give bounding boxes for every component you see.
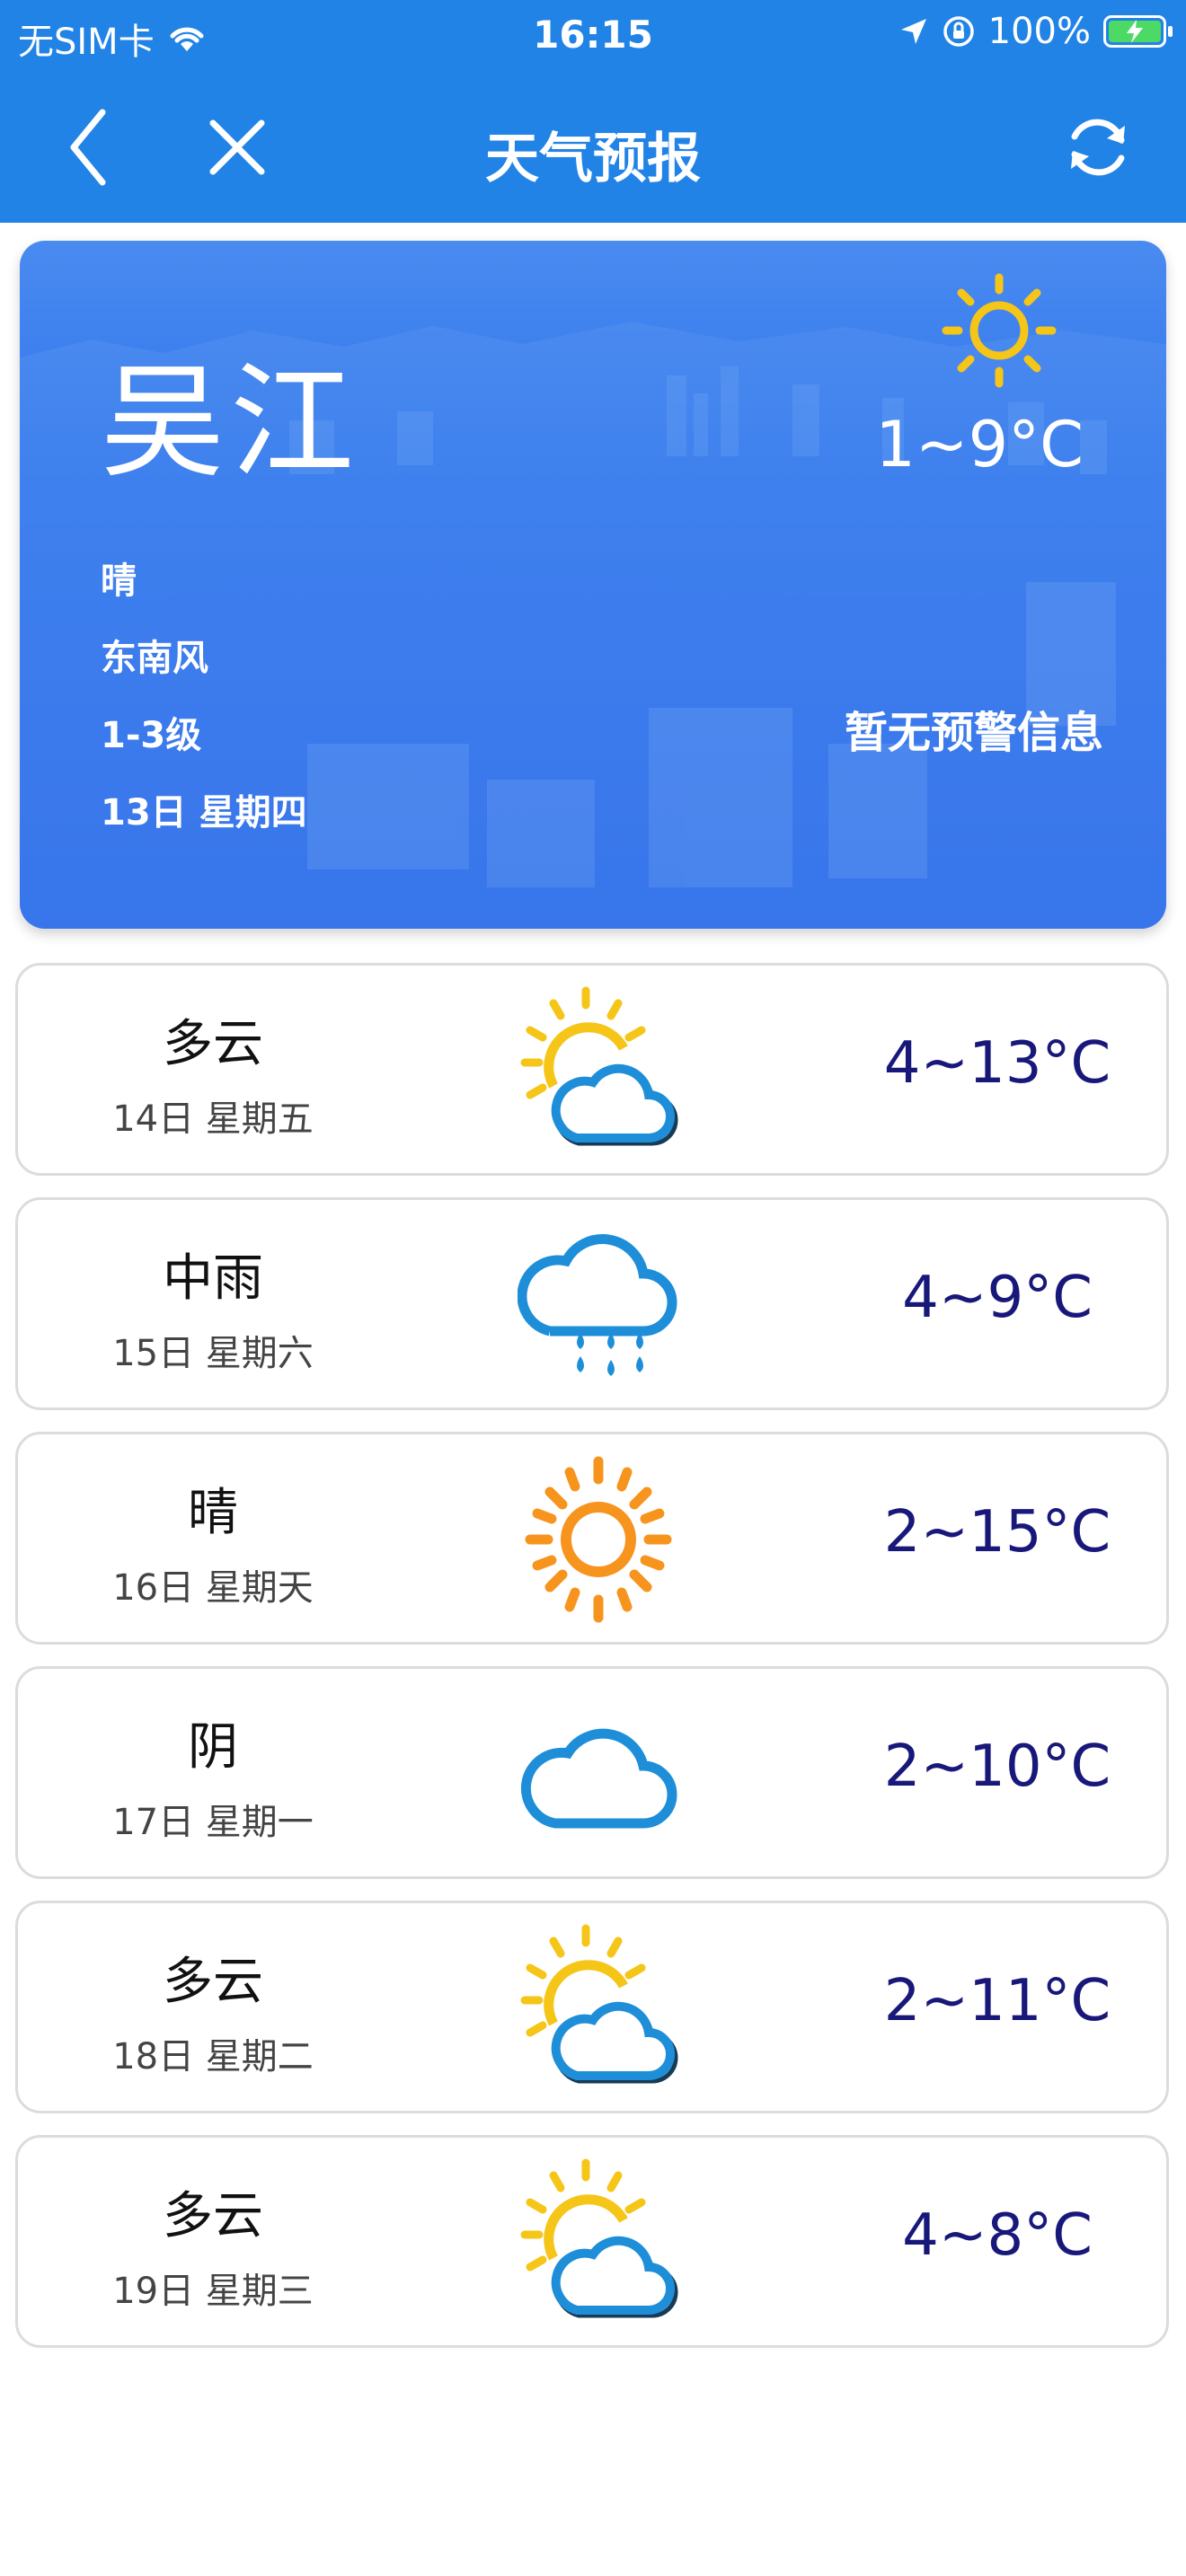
city-name: 吴江 [101, 350, 360, 495]
today-temp-range: 1~9°C [875, 408, 1084, 481]
cloudy-icon [520, 1728, 677, 1829]
forecast-day-card[interactable]: 多云 18日 星期二 2~11°C [15, 1901, 1169, 2113]
forecast-temp-range: 4~9°C [902, 1265, 1093, 1331]
battery-percent: 100% [987, 11, 1091, 52]
forecast-temp-range: 2~10°C [883, 1734, 1111, 1800]
forecast-date: 15日 星期六 [112, 1333, 314, 1374]
charging-bolt-icon [1127, 20, 1143, 43]
forecast-date: 16日 星期天 [112, 1567, 314, 1609]
forecast-date: 14日 星期五 [112, 1098, 314, 1140]
today-date: 13日 星期四 [101, 792, 307, 834]
sunny-icon [942, 273, 1057, 388]
forecast-condition: 多云 [163, 1015, 263, 1073]
forecast-condition: 中雨 [163, 1249, 263, 1308]
today-wind-level: 1-3级 [101, 715, 202, 756]
today-condition: 晴 [101, 560, 137, 602]
page-title: 天气预报 [485, 128, 701, 190]
partly-cloudy-icon [520, 986, 678, 1146]
forecast-condition: 多云 [163, 2187, 263, 2245]
today-wind-direction: 东南风 [101, 638, 208, 679]
forecast-temp-range: 4~8°C [902, 2202, 1093, 2269]
forecast-day-card[interactable]: 多云 19日 星期三 4~8°C [15, 2135, 1169, 2348]
forecast-day-card[interactable]: 中雨 15日 星期六 4~9°C [15, 1197, 1169, 1410]
nav-bar: 天气预报 [0, 74, 1186, 223]
forecast-condition: 阴 [188, 1718, 238, 1777]
forecast-day-card[interactable]: 多云 14日 星期五 4~13°C [15, 963, 1169, 1176]
forecast-date: 18日 星期二 [112, 2036, 314, 2078]
forecast-temp-range: 4~13°C [883, 1030, 1111, 1097]
forecast-date: 19日 星期三 [112, 2271, 314, 2312]
forecast-condition: 多云 [163, 1953, 263, 2011]
today-card: 吴江 1~9°C 晴 东南风 1-3级 13日 星期四 暂无预警信息 [20, 241, 1166, 929]
partly-cloudy-icon [520, 2158, 678, 2318]
status-right: 100% [898, 11, 1173, 52]
partly-cloudy-icon [520, 1924, 678, 2084]
refresh-button[interactable] [1044, 93, 1152, 201]
battery-charging-icon [1103, 15, 1173, 48]
forecast-date: 17日 星期一 [112, 1802, 314, 1843]
forecast-temp-range: 2~11°C [883, 1968, 1111, 2034]
forecast-day-card[interactable]: 阴 17日 星期一 2~10°C [15, 1666, 1169, 1879]
sunny-icon [525, 1456, 672, 1623]
forecast-day-card[interactable]: 晴 16日 星期天 2~15°C [15, 1432, 1169, 1645]
status-bar: 无SIM卡 16:15 100% [0, 0, 1186, 74]
orientation-lock-icon [943, 16, 974, 47]
refresh-icon [1071, 119, 1125, 176]
alert-status: 暂无预警信息 [844, 708, 1103, 758]
location-arrow-icon [900, 19, 926, 44]
forecast-temp-range: 2~15°C [883, 1499, 1111, 1566]
rain-icon [518, 1234, 677, 1376]
forecast-condition: 晴 [188, 1484, 238, 1542]
header: 无SIM卡 16:15 100% 天气预报 [0, 0, 1186, 223]
